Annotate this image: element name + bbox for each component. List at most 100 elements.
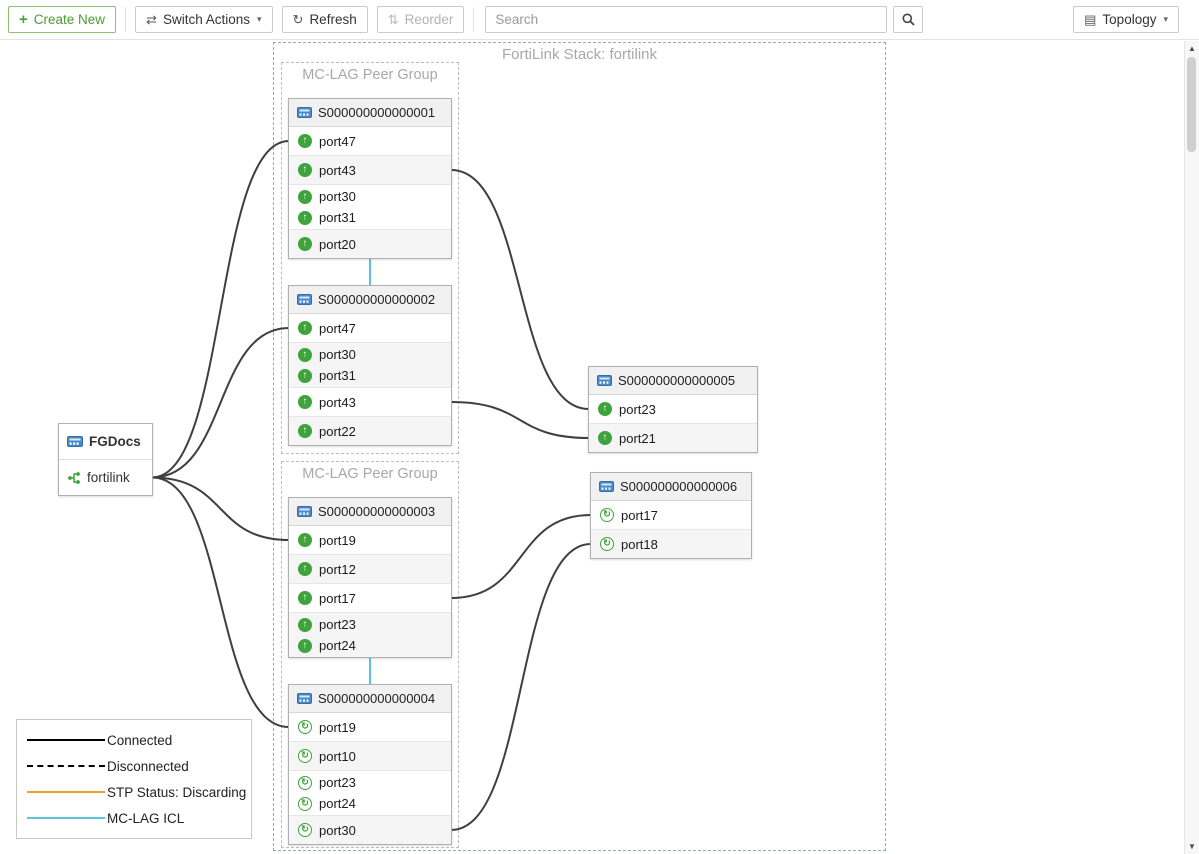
- scroll-up-arrow-icon[interactable]: ▲: [1185, 44, 1199, 53]
- connection-connected: [152, 478, 289, 541]
- port-label: port10: [319, 749, 356, 764]
- switch-node[interactable]: S000000000000001 ↑port47↑port43↑port30↑p…: [288, 98, 452, 259]
- port[interactable]: ↻port30: [289, 816, 451, 844]
- port[interactable]: ↑port21: [589, 424, 757, 452]
- connection-connected: [152, 141, 289, 478]
- switch-header[interactable]: S000000000000005: [589, 367, 757, 395]
- switch-header[interactable]: S000000000000001: [289, 99, 451, 127]
- port[interactable]: ↻port19: [289, 713, 451, 741]
- port-link-up-icon: ↑: [298, 163, 312, 177]
- switch-actions-label: Switch Actions: [163, 12, 250, 27]
- port[interactable]: ↑port20: [289, 230, 451, 258]
- port-label: port19: [319, 533, 356, 548]
- switch-port-list: ↑port23↑port21: [589, 395, 757, 452]
- stp-discarding-line-sample: [27, 791, 105, 793]
- port[interactable]: ↑port22: [289, 417, 451, 445]
- port-label: port43: [319, 395, 356, 410]
- switch-icon: [297, 506, 312, 517]
- port[interactable]: ↑port47: [289, 127, 451, 155]
- switch-actions-button[interactable]: ⇄ Switch Actions ▾: [135, 6, 272, 33]
- switch-icon: [297, 693, 312, 704]
- legend-label: STP Status: Discarding: [107, 785, 246, 800]
- switch-icon: [597, 375, 612, 386]
- port[interactable]: ↑port24: [289, 635, 451, 656]
- port[interactable]: ↑port47: [289, 314, 451, 342]
- legend-label: Connected: [107, 733, 172, 748]
- port-row: ↑port21: [589, 423, 757, 452]
- port-row: ↑port30↑port31: [289, 184, 451, 229]
- legend-item: Disconnected: [27, 755, 241, 777]
- port-link-up-icon: ↑: [298, 134, 312, 148]
- reorder-button[interactable]: ⇅ Reorder: [377, 6, 465, 33]
- port[interactable]: ↑port12: [289, 555, 451, 583]
- port-row: ↻port17: [591, 501, 751, 529]
- create-new-button[interactable]: + Create New: [8, 6, 116, 33]
- search-button[interactable]: [893, 6, 923, 33]
- chevron-down-icon: ▾: [1163, 15, 1168, 24]
- switch-name: S000000000000003: [318, 504, 435, 519]
- refresh-button[interactable]: ↻ Refresh: [282, 6, 368, 33]
- port-lag-icon: ↻: [298, 720, 312, 734]
- legend-item: Connected: [27, 729, 241, 751]
- switch-icon: [599, 481, 614, 492]
- refresh-icon: ↻: [293, 13, 304, 26]
- connection-connected: [152, 478, 289, 728]
- fortigate-name-row[interactable]: FGDocs: [59, 424, 152, 460]
- switch-node[interactable]: S000000000000005 ↑port23↑port21: [588, 366, 758, 453]
- port-row: ↑port47: [289, 314, 451, 342]
- switch-port-list: ↑port47↑port43↑port30↑port31↑port20: [289, 127, 451, 258]
- port[interactable]: ↑port43: [289, 156, 451, 184]
- switch-node[interactable]: S000000000000004 ↻port19↻port10↻port23↻p…: [288, 684, 452, 845]
- switch-header[interactable]: S000000000000004: [289, 685, 451, 713]
- port[interactable]: ↑port23: [289, 614, 451, 635]
- switch-header[interactable]: S000000000000006: [591, 473, 751, 501]
- switch-node[interactable]: S000000000000002 ↑port47↑port30↑port31↑p…: [288, 285, 452, 446]
- port-label: port30: [319, 823, 356, 838]
- fortilink-interface-row[interactable]: fortilink: [59, 460, 152, 495]
- port-link-up-icon: ↑: [298, 639, 312, 653]
- port[interactable]: ↑port31: [289, 207, 451, 228]
- port[interactable]: ↻port18: [591, 530, 751, 558]
- search-input[interactable]: [485, 6, 887, 33]
- toolbar: + Create New ⇄ Switch Actions ▾ ↻ Refres…: [0, 0, 1199, 40]
- connected-line-sample: [27, 739, 105, 741]
- port-lag-icon: ↻: [298, 776, 312, 790]
- port[interactable]: ↻port24: [289, 793, 451, 814]
- port[interactable]: ↻port23: [289, 772, 451, 793]
- port-row: ↑port43: [289, 387, 451, 416]
- switch-node[interactable]: S000000000000003 ↑port19↑port12↑port17↑p…: [288, 497, 452, 658]
- port-row: ↑port17: [289, 583, 451, 612]
- scrollbar-thumb[interactable]: [1187, 57, 1196, 152]
- port[interactable]: ↑port43: [289, 388, 451, 416]
- port[interactable]: ↑port23: [589, 395, 757, 423]
- mclag-group-title: MC-LAG Peer Group: [282, 466, 458, 482]
- port[interactable]: ↻port10: [289, 742, 451, 770]
- legend: Connected Disconnected STP Status: Disca…: [16, 719, 252, 839]
- port-row: ↑port12: [289, 554, 451, 583]
- fortigate-node[interactable]: FGDocs fortilink: [58, 423, 153, 496]
- search-group: [485, 6, 923, 33]
- swap-arrows-icon: ⇄: [146, 13, 157, 26]
- port[interactable]: ↑port17: [289, 584, 451, 612]
- port[interactable]: ↑port19: [289, 526, 451, 554]
- switch-header[interactable]: S000000000000002: [289, 286, 451, 314]
- port-row: ↻port10: [289, 741, 451, 770]
- scroll-down-arrow-icon[interactable]: ▼: [1185, 842, 1199, 851]
- legend-label: Disconnected: [107, 759, 189, 774]
- port-link-up-icon: ↑: [598, 402, 612, 416]
- toolbar-divider: [125, 7, 126, 32]
- topology-dropdown-button[interactable]: ▤ Topology ▾: [1073, 6, 1179, 33]
- switch-icon: [297, 294, 312, 305]
- port-label: port17: [621, 508, 658, 523]
- port-label: port30: [319, 347, 356, 362]
- port[interactable]: ↑port30: [289, 186, 451, 207]
- switch-header[interactable]: S000000000000003: [289, 498, 451, 526]
- port-label: port31: [319, 368, 356, 383]
- port[interactable]: ↻port17: [591, 501, 751, 529]
- port-row: ↑port30↑port31: [289, 342, 451, 387]
- port[interactable]: ↑port30: [289, 344, 451, 365]
- vertical-scrollbar[interactable]: ▲ ▼: [1184, 41, 1199, 854]
- switch-node[interactable]: S000000000000006 ↻port17↻port18: [590, 472, 752, 559]
- port[interactable]: ↑port31: [289, 365, 451, 386]
- fortigate-icon: [67, 436, 83, 447]
